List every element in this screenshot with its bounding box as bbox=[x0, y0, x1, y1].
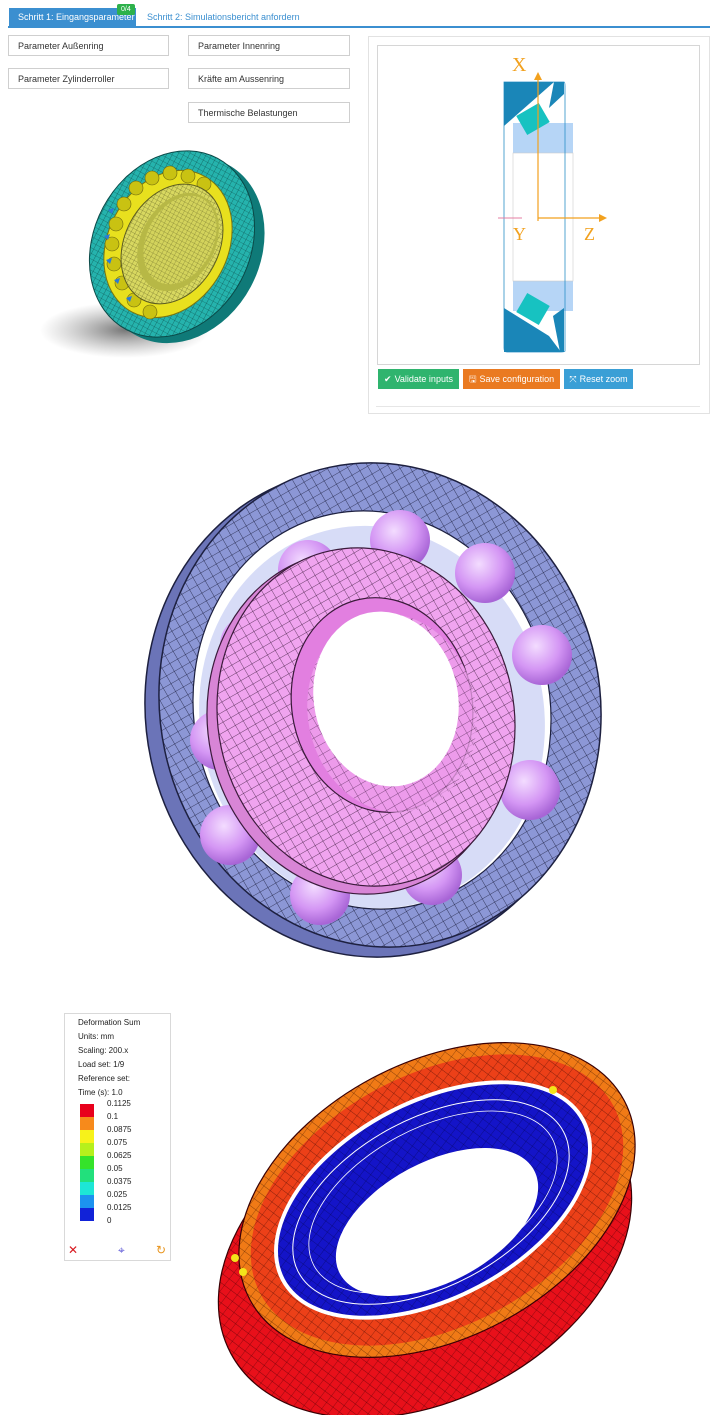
legend-color-swatch bbox=[80, 1104, 94, 1117]
legend-scale-value: 0.05 bbox=[107, 1164, 123, 1173]
axis-y-label: Y bbox=[513, 224, 526, 244]
deformation-result-bearing-image bbox=[217, 1042, 636, 1415]
floppy-disk-icon: 🖫 bbox=[468, 374, 477, 384]
ball-bearing-mesh-image bbox=[144, 462, 602, 958]
legend-color-swatch bbox=[80, 1195, 94, 1208]
legend-scale-value: 0.1125 bbox=[107, 1099, 131, 1108]
panel-divider bbox=[376, 406, 700, 407]
legend-color-swatch bbox=[80, 1117, 94, 1130]
reset-zoom-button[interactable]: ⤧ Reset zoom bbox=[564, 369, 633, 389]
legend-color-swatch bbox=[80, 1143, 94, 1156]
save-configuration-button[interactable]: 🖫 Save configuration bbox=[463, 369, 560, 389]
expand-arrows-icon: ⤧ bbox=[569, 374, 577, 384]
legend-color-swatch bbox=[80, 1182, 94, 1195]
check-icon: ✔ bbox=[384, 374, 392, 384]
legend-color-swatch bbox=[80, 1208, 94, 1221]
legend-scale-value: 0.025 bbox=[107, 1190, 128, 1199]
legend-scale-value: 0.0375 bbox=[107, 1177, 132, 1186]
outer-ring-parameters-button[interactable]: Parameter Außenring bbox=[8, 35, 169, 56]
close-icon[interactable]: ✕ bbox=[68, 1244, 78, 1256]
axis-x-label: X bbox=[512, 54, 527, 76]
schematic-viewport[interactable]: X Y Z bbox=[377, 45, 700, 365]
legend-title: Deformation Sum bbox=[78, 1018, 141, 1027]
tab-step-2[interactable]: Schritt 2: Simulationsbericht anfordern bbox=[147, 8, 300, 27]
crosshair-icon[interactable]: ⌖ bbox=[118, 1244, 125, 1256]
legend-scaling: Scaling: 200.x bbox=[78, 1046, 129, 1055]
outer-ring-forces-button[interactable]: Kräfte am Aussenring bbox=[188, 68, 350, 89]
legend-units: Units: mm bbox=[78, 1032, 114, 1041]
legend-scale-value: 0.0125 bbox=[107, 1203, 132, 1212]
validate-inputs-button[interactable]: ✔ Validate inputs bbox=[378, 369, 459, 389]
progress-badge: 0/4 bbox=[117, 4, 135, 15]
bearing-cross-section-diagram: X Y Z bbox=[498, 54, 607, 353]
legend-time: Time (s): 1.0 bbox=[78, 1088, 123, 1097]
legend-color-swatch bbox=[80, 1156, 94, 1169]
cylindrical-roller-bearing-mesh-image bbox=[40, 150, 265, 358]
legend-scale-value: 0.0625 bbox=[107, 1151, 132, 1160]
validate-inputs-label: Validate inputs bbox=[394, 374, 453, 384]
legend-color-swatch bbox=[80, 1221, 94, 1234]
legend-scale-value: 0.075 bbox=[107, 1138, 128, 1147]
legend-scale-value: 0.0875 bbox=[107, 1125, 132, 1134]
axis-z-label: Z bbox=[584, 224, 595, 244]
roller-parameters-button[interactable]: Parameter Zylinderroller bbox=[8, 68, 169, 89]
deformation-legend: Deformation Sum Units: mm Scaling: 200.x… bbox=[64, 1013, 171, 1261]
legend-color-swatch bbox=[80, 1169, 94, 1182]
inner-ring-parameters-button[interactable]: Parameter Innenring bbox=[188, 35, 350, 56]
thermal-loads-button[interactable]: Thermische Belastungen bbox=[188, 102, 350, 123]
save-configuration-label: Save configuration bbox=[479, 374, 555, 384]
legend-scale-value: 0.1 bbox=[107, 1112, 119, 1121]
legend-color-swatch bbox=[80, 1130, 94, 1143]
legend-load-set: Load set: 1/9 bbox=[78, 1060, 125, 1069]
legend-scale-value: 0 bbox=[107, 1216, 112, 1225]
legend-reference-set: Reference set: bbox=[78, 1074, 131, 1083]
reset-zoom-label: Reset zoom bbox=[579, 374, 628, 384]
rotate-icon[interactable]: ↻ bbox=[156, 1244, 166, 1256]
